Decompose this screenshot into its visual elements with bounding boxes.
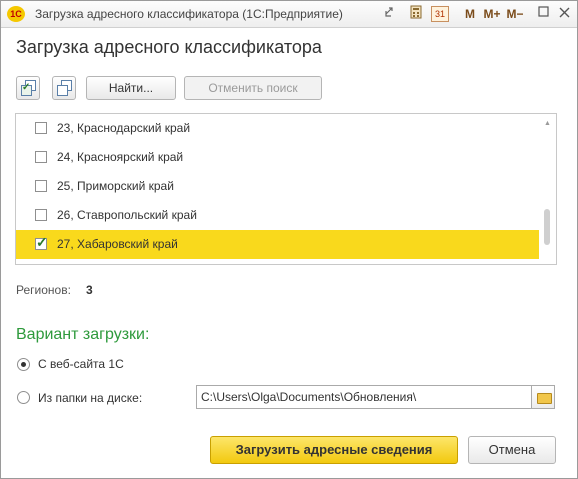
memory-plus-button[interactable]: M+ — [481, 5, 503, 23]
scroll-up-icon[interactable]: ▲ — [544, 120, 551, 127]
region-checkbox[interactable] — [35, 122, 47, 134]
form-title: Загрузка адресного классификатора — [16, 37, 322, 57]
cancel-button[interactable]: Отмена — [468, 436, 556, 464]
load-address-data-button[interactable]: Загрузить адресные сведения — [210, 436, 458, 464]
cancel-search-button[interactable]: Отменить поиск — [184, 76, 322, 100]
memory-minus-button[interactable]: M− — [504, 5, 526, 23]
regions-count-value: 3 — [86, 283, 93, 297]
region-label: 26, Ставропольский край — [57, 208, 197, 222]
radio-web[interactable] — [17, 358, 30, 371]
maximize-icon[interactable] — [536, 5, 550, 23]
region-label: 23, Краснодарский край — [57, 121, 191, 135]
region-label: 27, Хабаровский край — [57, 237, 178, 251]
region-checkbox[interactable] — [35, 180, 47, 192]
folder-path-input[interactable]: C:\Users\Olga\Documents\Обновления\ — [196, 385, 532, 409]
link-icon[interactable] — [382, 5, 398, 23]
title-bar: 1C Загрузка адресного классификатора (1С… — [1, 1, 577, 28]
region-label: 25, Приморский край — [57, 179, 174, 193]
region-label: 24, Красноярский край — [57, 150, 184, 164]
region-checkbox[interactable] — [35, 151, 47, 163]
list-scrollbar[interactable]: ▲ — [540, 114, 555, 264]
check-all-button[interactable]: ✓ — [16, 76, 40, 100]
checkmark-icon: ✓ — [36, 234, 48, 250]
uncheck-all-button[interactable] — [52, 76, 76, 100]
dialog-window: 1C Загрузка адресного классификатора (1С… — [0, 0, 578, 479]
radio-folder[interactable] — [17, 391, 30, 404]
folder-icon — [537, 393, 552, 404]
find-button[interactable]: Найти... — [86, 76, 176, 100]
list-item[interactable]: 23, Краснодарский край — [16, 114, 539, 143]
region-checkbox-checked[interactable]: ✓ — [35, 234, 48, 250]
close-icon[interactable] — [557, 5, 571, 23]
regions-count-label: Регионов: — [16, 283, 71, 297]
region-checkbox[interactable] — [35, 209, 47, 221]
app-logo-icon: 1C — [7, 6, 25, 22]
list-item[interactable]: 24, Красноярский край — [16, 143, 539, 172]
regions-list[interactable]: 23, Краснодарский край 24, Красноярский … — [15, 113, 557, 265]
choose-folder-button[interactable] — [531, 385, 555, 409]
list-item[interactable]: 26, Ставропольский край — [16, 201, 539, 230]
radio-web-label[interactable]: С веб-сайта 1С — [38, 357, 124, 371]
memory-button[interactable]: M — [462, 5, 478, 23]
load-variant-title: Вариант загрузки: — [16, 326, 150, 343]
window-title: Загрузка адресного классификатора (1С:Пр… — [35, 7, 343, 21]
calendar-icon[interactable]: 31 — [431, 6, 449, 22]
radio-selected-dot — [21, 362, 26, 367]
radio-folder-label[interactable]: Из папки на диске: — [38, 391, 142, 405]
scroll-thumb[interactable] — [544, 209, 550, 245]
list-item-selected[interactable]: ✓ 27, Хабаровский край — [16, 230, 539, 259]
list-item[interactable]: 25, Приморский край — [16, 172, 539, 201]
calculator-icon[interactable] — [408, 5, 424, 23]
